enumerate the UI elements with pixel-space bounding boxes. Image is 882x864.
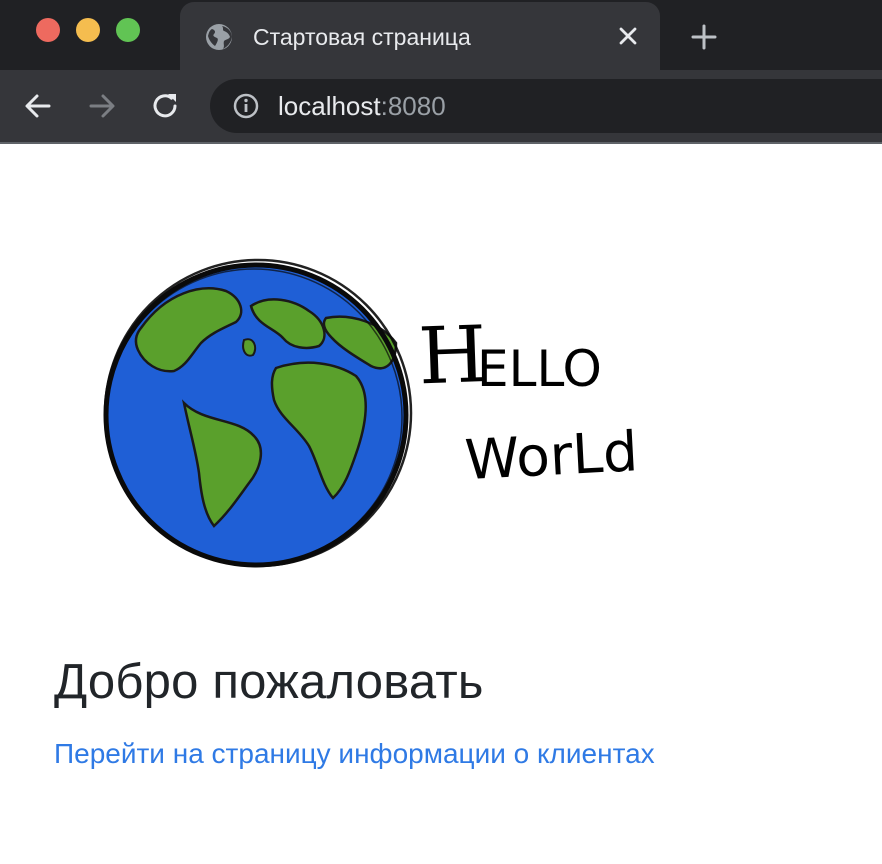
url-port: :8080: [380, 91, 446, 121]
back-arrow-icon[interactable]: [22, 90, 54, 122]
globe-icon: [206, 24, 232, 50]
customer-info-link[interactable]: Перейти на страницу информации о клиента…: [54, 738, 655, 770]
window-maximize-button[interactable]: [116, 18, 140, 42]
browser-tab[interactable]: Стартовая страница: [180, 2, 660, 70]
hello-world-globe-image: H ELLO WorLd!: [103, 258, 636, 568]
close-icon[interactable]: [616, 24, 640, 48]
browser-tab-bar: Стартовая страница: [0, 0, 882, 70]
tab-title: Стартовая страница: [253, 24, 471, 50]
url-host: localhost: [278, 91, 381, 121]
info-icon[interactable]: [232, 92, 260, 120]
browser-toolbar: localhost:8080: [0, 70, 882, 142]
address-bar[interactable]: localhost:8080: [210, 79, 882, 133]
page-heading: Добро пожаловать: [54, 655, 484, 709]
reload-icon[interactable]: [150, 90, 182, 122]
toolbar-divider: [0, 142, 882, 144]
hello-world-handwriting: H ELLO WorLd!: [417, 310, 636, 492]
svg-text:ELLO: ELLO: [477, 340, 602, 398]
new-tab-plus-icon[interactable]: [689, 22, 719, 52]
window-minimize-button[interactable]: [76, 18, 100, 42]
svg-text:WorLd!: WorLd!: [463, 418, 636, 492]
url-text[interactable]: localhost:8080: [278, 91, 446, 122]
window-close-button[interactable]: [36, 18, 60, 42]
forward-arrow-icon[interactable]: [86, 90, 118, 122]
